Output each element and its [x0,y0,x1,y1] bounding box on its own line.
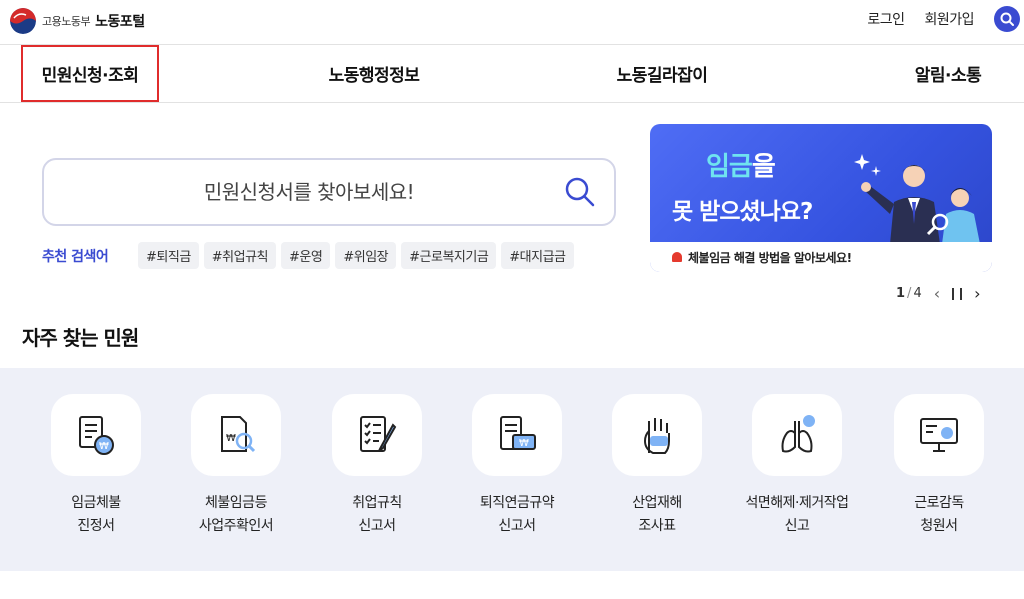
siren-icon [672,252,682,262]
svg-text:₩: ₩ [519,438,529,449]
label-line2: 조사표 [638,518,676,534]
frequent-item-label: 퇴직연금규약 신고서 [479,492,555,538]
label-line2: 진정서 [77,518,115,534]
nav-item-labor-guide[interactable]: 노동길라잡이 [592,45,732,102]
svg-text:₩: ₩ [226,433,236,444]
banner-pager: 1 / 4 ‹ › [896,284,981,303]
keyword-tag[interactable]: #취업규칙 [203,242,277,269]
label-line1: 석면해제·제거작업 [745,495,850,511]
banner-highlight: 임금 [706,152,753,182]
recommended-keywords: #퇴직금 #취업규칙 #운영 #위임장 #근로복지기금 #대지급금 [138,242,616,270]
pause-icon[interactable] [952,287,963,300]
utility-links: 로그인 회원가입 [867,6,1024,32]
label-line2: 사업주확인서 [198,518,274,534]
svg-text:₩: ₩ [99,441,109,452]
frequent-item-label: 임금체불 진정서 [71,492,121,538]
header-search-button[interactable] [994,6,1020,32]
nav-item-notice-communication[interactable]: 알림·소통 [888,45,1008,102]
frequent-item-employment-rules[interactable]: 취업규칙 신고서 [307,394,447,538]
pager-current: 1 [896,286,906,301]
checklist-pen-icon [332,394,422,476]
pager-total: 4 [913,286,922,301]
portal-name: 노동포털 [95,14,145,30]
search-submit-button[interactable] [564,176,596,208]
signup-link[interactable]: 회원가입 [924,9,974,29]
banner-headline-2: 못 받으셨나요? [672,199,813,225]
frequent-services-panel: ₩ 임금체불 진정서 ₩ 체불임금등 사업주확인서 취업규칙 신고서 ₩ 퇴직연… [0,368,1024,571]
keyword-tag[interactable]: #운영 [281,242,331,269]
label-line2: 신고서 [358,518,396,534]
main-navigation: 민원신청·조회 노동행정정보 노동길라잡이 알림·소통 [0,44,1024,103]
frequent-item-pension-rules[interactable]: ₩ 퇴직연금규약 신고서 [447,394,587,538]
injured-hand-icon [612,394,702,476]
frequent-item-asbestos-removal[interactable]: 석면해제·제거작업 신고 [727,394,867,538]
label-line2: 신고서 [498,518,536,534]
keyword-tag[interactable]: #퇴직금 [138,242,199,269]
nav-item-labor-admin-info[interactable]: 노동행정정보 [304,45,444,102]
label-line1: 근로감독 [914,495,964,511]
prev-slide-icon[interactable]: ‹ [934,284,940,303]
search-icon [565,177,595,207]
site-logo[interactable]: 고용노동부 노동포털 [10,8,145,34]
login-link[interactable]: 로그인 [867,9,905,29]
banner-footer: 체불임금 해결 방법을 알아보세요! [650,242,992,272]
wage-document-icon: ₩ [51,394,141,476]
label-line1: 체불임금등 [205,495,267,511]
banner-headline-1: 임금을 [706,146,776,183]
top-header: 고용노동부 노동포털 로그인 회원가입 [0,0,1024,44]
search-icon [1000,12,1014,26]
frequent-item-unpaid-wage-confirmation[interactable]: ₩ 체불임금등 사업주확인서 [166,394,306,538]
banner-illustration [854,154,980,244]
keyword-tag[interactable]: #위임장 [335,242,397,269]
frequent-item-industrial-accident[interactable]: 산업재해 조사표 [587,394,727,538]
frequent-item-wage-arrears[interactable]: ₩ 임금체불 진정서 [26,394,166,538]
keyword-tag[interactable]: #근로복지기금 [401,242,497,269]
pager-separator: / [907,286,912,301]
label-line1: 임금체불 [71,495,121,511]
frequent-item-label: 석면해제·제거작업 신고 [745,492,850,538]
frequent-services-title: 자주 찾는 민원 [22,326,139,350]
banner-footer-text: 체불임금 해결 방법을 알아보세요! [688,250,852,265]
label-line1: 퇴직연금규약 [479,495,555,511]
label-line2: 신고 [784,518,810,534]
recommended-keywords-label: 추천 검색어 [42,249,109,265]
banner-headline-rest: 을 [751,152,776,182]
label-line2: 청원서 [920,518,958,534]
document-search-icon: ₩ [191,394,281,476]
civil-search-box [42,158,616,226]
frequent-item-label: 근로감독 청원서 [914,492,964,538]
next-slide-icon[interactable]: › [974,284,980,303]
government-emblem-icon [10,8,36,34]
ministry-name: 고용노동부 [42,15,91,28]
keyword-tag[interactable]: #대지급금 [501,242,574,269]
monitor-check-icon [894,394,984,476]
frequent-item-label: 산업재해 조사표 [632,492,682,538]
label-line1: 산업재해 [632,495,682,511]
frequent-item-label: 체불임금등 사업주확인서 [198,492,274,538]
lungs-icon [752,394,842,476]
label-line1: 취업규칙 [352,495,402,511]
civil-search-input[interactable] [64,172,554,212]
frequent-item-labor-inspection[interactable]: 근로감독 청원서 [869,394,1009,538]
frequent-item-label: 취업규칙 신고서 [352,492,402,538]
pension-document-icon: ₩ [472,394,562,476]
nav-item-civil-application[interactable]: 민원신청·조회 [21,45,159,102]
promo-banner[interactable]: 임금을 못 받으셨나요? 체불임금 해결 방법을 알아보세요! [650,124,992,272]
